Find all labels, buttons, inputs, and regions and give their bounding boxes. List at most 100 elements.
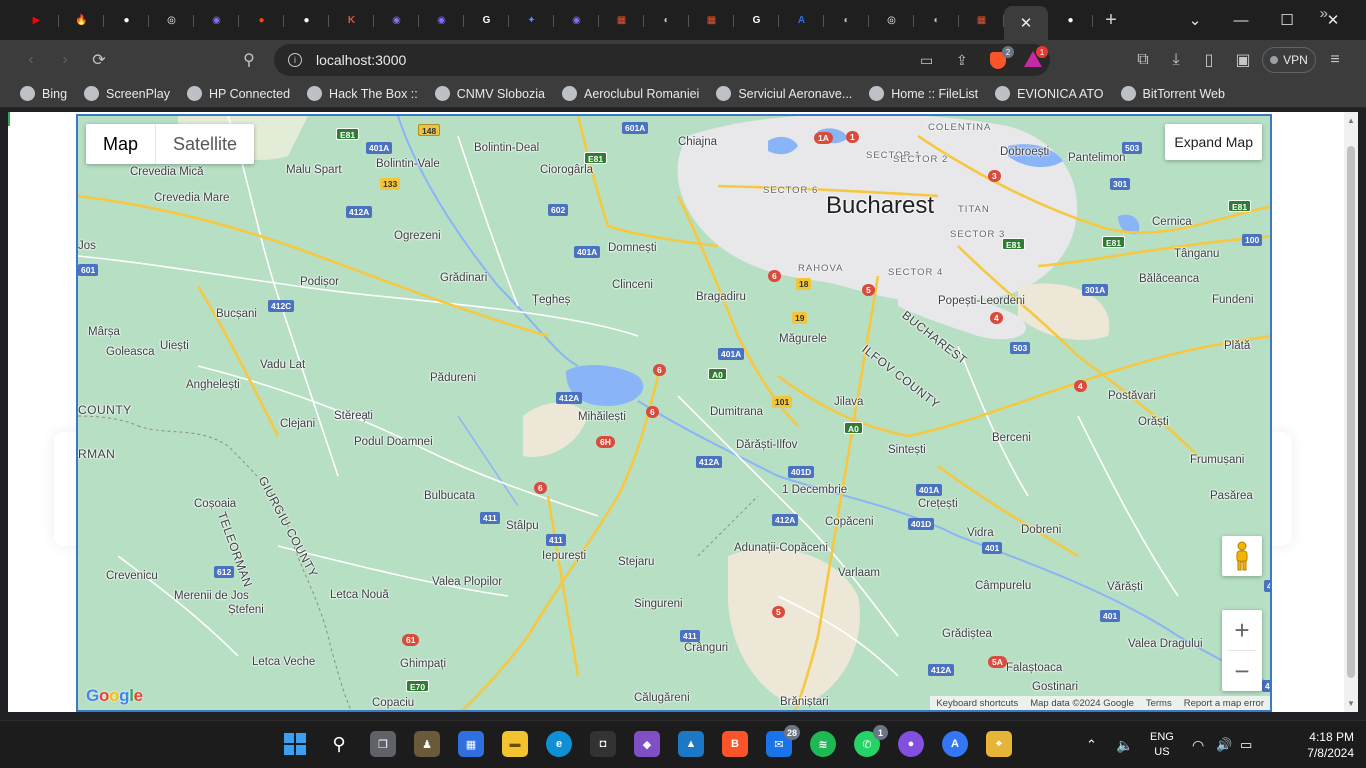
browser-tab[interactable]: ◉: [419, 4, 464, 36]
evionica-icon: [995, 86, 1011, 101]
menu-icon[interactable]: ≡: [1318, 43, 1352, 77]
battery-icon[interactable]: ▭: [1240, 721, 1252, 768]
mail-icon[interactable]: ✉ 28: [766, 725, 800, 757]
forward-button[interactable]: ›: [48, 43, 82, 77]
browser-tab[interactable]: ◐: [914, 4, 959, 36]
browser-tab[interactable]: ▦: [689, 4, 734, 36]
browser-tab[interactable]: ◉: [554, 4, 599, 36]
zoom-in-button[interactable]: +: [1222, 610, 1262, 650]
terms-link[interactable]: Terms: [1140, 698, 1178, 709]
gaming-app-icon[interactable]: ♟: [414, 731, 440, 757]
reload-button[interactable]: ⟳: [82, 43, 116, 77]
browser-tab[interactable]: ●: [1048, 4, 1093, 36]
expand-map-button[interactable]: Expand Map: [1165, 124, 1262, 160]
app-a-icon[interactable]: A: [942, 731, 968, 757]
volume-icon[interactable]: 🔈: [1116, 721, 1133, 768]
browser-tab[interactable]: ◉: [374, 4, 419, 36]
brave-icon[interactable]: B: [722, 731, 748, 757]
browser-tab[interactable]: ◎: [869, 4, 914, 36]
tray-chevron-icon[interactable]: ⌃: [1086, 721, 1097, 768]
edge-icon[interactable]: e: [546, 731, 572, 757]
downloads-icon[interactable]: ⤓: [1159, 43, 1193, 77]
map-type-map-button[interactable]: Map: [86, 124, 157, 164]
clock[interactable]: 4:18 PM 7/8/2024: [1307, 729, 1354, 761]
visual-studio-icon[interactable]: ◆: [634, 731, 660, 757]
site-info-icon[interactable]: i: [288, 53, 302, 67]
scroll-down-icon[interactable]: ▼: [1347, 699, 1355, 708]
bookmark-item[interactable]: Bing: [20, 86, 67, 101]
page-scrollbar[interactable]: ▲ ▼: [1344, 112, 1358, 712]
street-view-pegman-icon[interactable]: [1222, 536, 1262, 576]
close-window-button[interactable]: ✕: [1310, 0, 1356, 40]
share-icon[interactable]: ⇪: [956, 52, 968, 69]
bookmark-item[interactable]: ScreenPlay: [84, 86, 170, 101]
more-bookmarks-icon[interactable]: »: [1320, 5, 1328, 22]
browser-tab[interactable]: ▶: [14, 4, 59, 36]
map-app-icon[interactable]: ⌖: [986, 731, 1012, 757]
browser-tab[interactable]: ✦: [509, 4, 554, 36]
extensions-icon[interactable]: ⧉: [1126, 43, 1160, 77]
speaker-icon[interactable]: 🔊: [1216, 721, 1232, 768]
scroll-thumb[interactable]: [1347, 146, 1355, 678]
place-label: 1 Decembrie: [782, 484, 848, 496]
bookmark-item[interactable]: HP Connected: [186, 86, 290, 101]
bookmark-item[interactable]: EVIONICA ATO: [995, 86, 1104, 101]
app-shark-icon[interactable]: ▲: [678, 731, 704, 757]
browser-tab[interactable]: G: [464, 4, 509, 36]
whatsapp-icon[interactable]: ✆ 1: [854, 725, 888, 757]
app-icon[interactable]: ◘: [590, 731, 616, 757]
cast-icon[interactable]: ▭: [920, 52, 933, 69]
map-type-satellite-button[interactable]: Satellite: [156, 124, 254, 164]
browser-tab[interactable]: ●: [104, 4, 149, 36]
browser-tab[interactable]: ◐: [644, 4, 689, 36]
url-text[interactable]: localhost:3000: [316, 52, 406, 68]
back-button[interactable]: ‹: [14, 43, 48, 77]
browser-tab[interactable]: A: [779, 4, 824, 36]
close-tab-icon[interactable]: ✕: [1020, 14, 1033, 32]
keyboard-shortcuts-link[interactable]: Keyboard shortcuts: [930, 698, 1024, 709]
start-icon[interactable]: [282, 731, 308, 757]
browser-tab[interactable]: ▦: [599, 4, 644, 36]
browser-tab[interactable]: ●: [284, 4, 329, 36]
browser-tab[interactable]: ●: [239, 4, 284, 36]
microsoft-store-icon[interactable]: ▦: [458, 731, 484, 757]
wifi-icon[interactable]: ◠: [1192, 721, 1204, 768]
browser-tab[interactable]: 🔥: [59, 4, 104, 36]
new-tab-button[interactable]: +: [1093, 9, 1129, 32]
github-desktop-icon[interactable]: ●: [898, 731, 924, 757]
bookmark-item[interactable]: Serviciul Aeronave...: [716, 86, 852, 101]
bookmark-item[interactable]: Hack The Box ::: [307, 86, 418, 101]
sidebar-icon[interactable]: ▯: [1192, 43, 1226, 77]
address-bar[interactable]: i localhost:3000 ▭ ⇪ 2 1: [274, 44, 1050, 76]
google-logo[interactable]: Google: [86, 686, 143, 706]
minimize-button[interactable]: —: [1218, 0, 1264, 40]
bookmark-item[interactable]: BitTorrent Web: [1120, 86, 1225, 101]
scroll-up-icon[interactable]: ▲: [1347, 116, 1355, 125]
bookmark-item[interactable]: Aeroclubul Romaniei: [561, 86, 699, 101]
google-map[interactable]: Bucharest COLENTINA SECTOR 1 SECTOR 2 SECTOR…: [76, 114, 1272, 712]
browser-tab[interactable]: ◎: [149, 4, 194, 36]
tab-search-button[interactable]: ⌄: [1172, 0, 1218, 40]
browser-tab[interactable]: K: [329, 4, 374, 36]
zoom-out-button[interactable]: −: [1222, 651, 1262, 691]
maximize-button[interactable]: ☐: [1264, 0, 1310, 40]
bookmark-item[interactable]: Home :: FileList: [869, 86, 978, 101]
spotify-icon[interactable]: ≋: [810, 731, 836, 757]
active-tab[interactable]: ✕: [1004, 6, 1048, 40]
browser-tab[interactable]: ◐: [824, 4, 869, 36]
browser-tab[interactable]: ◉: [194, 4, 239, 36]
browser-tab[interactable]: ▦: [959, 4, 1004, 36]
vpn-button[interactable]: VPN: [1262, 47, 1316, 73]
route-shield: 6: [768, 270, 781, 282]
search-icon[interactable]: ⚲: [326, 731, 352, 757]
route-shield: 1: [846, 131, 859, 143]
browser-tab[interactable]: G: [734, 4, 779, 36]
task-view-icon[interactable]: ❐: [370, 731, 396, 757]
github-icon: ●: [303, 14, 310, 26]
bookmark-icon[interactable]: ⚲: [232, 43, 266, 77]
language-indicator[interactable]: ENG US: [1150, 721, 1174, 768]
report-error-link[interactable]: Report a map error: [1178, 698, 1270, 709]
file-explorer-icon[interactable]: ▬: [502, 731, 528, 757]
bookmark-item[interactable]: CNMV Slobozia: [434, 86, 545, 101]
wallet-icon[interactable]: ▣: [1226, 43, 1260, 77]
